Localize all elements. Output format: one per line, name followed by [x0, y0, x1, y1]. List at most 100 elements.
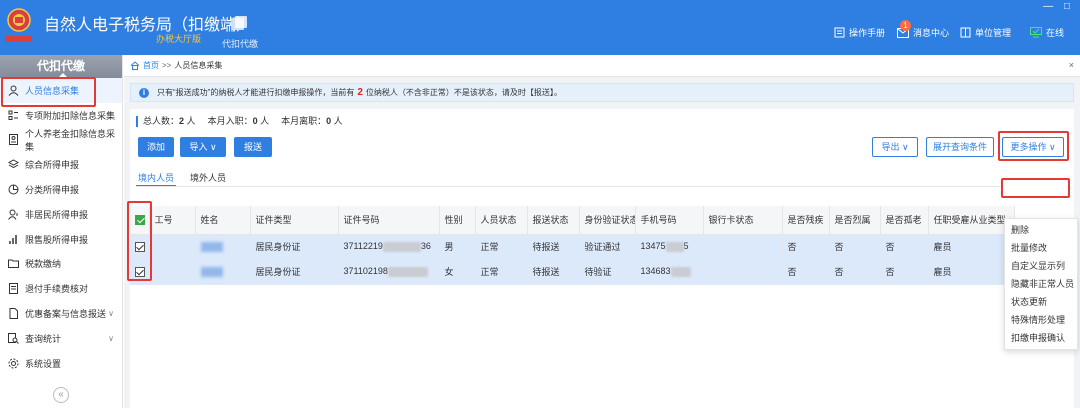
- cell-name[interactable]: [195, 234, 251, 260]
- col-header: 任职受雇从业类型: [928, 206, 1015, 235]
- export-button[interactable]: 导出 ∨: [872, 137, 918, 157]
- cell-disabled: 否: [782, 259, 830, 285]
- chevron-down-icon: ∨: [209, 142, 217, 152]
- col-header: 证件类型: [250, 206, 339, 235]
- online-status[interactable]: 在线: [1030, 26, 1064, 39]
- grid-list-icon: [8, 110, 18, 120]
- app-header: 自然人电子税务局（扣缴端） 办税大厅版 代扣代缴 操作手册 消息中心 1 单位管…: [0, 0, 1080, 55]
- row-checkbox[interactable]: [135, 241, 145, 252]
- sidebar-item-tax-payment[interactable]: 税款缴纳: [0, 252, 122, 277]
- cell-employ-type: 雇员: [928, 234, 1015, 260]
- sidebar-item-restricted-stock[interactable]: 限售股所得申报: [0, 227, 122, 252]
- manual-link[interactable]: 操作手册: [834, 26, 885, 39]
- cell-martyr: 否: [829, 259, 881, 285]
- chevron-down-icon: ∨: [1048, 142, 1056, 152]
- module-tab-withholding[interactable]: 代扣代缴: [222, 37, 258, 50]
- tab-domestic[interactable]: 境内人员: [136, 171, 177, 187]
- user-plus-icon: [8, 209, 18, 220]
- home-icon[interactable]: [130, 61, 140, 70]
- sidebar-item-nonresident-income[interactable]: 非居民所得申报: [0, 202, 122, 227]
- sidebar-item-system-settings[interactable]: 系统设置: [0, 351, 122, 376]
- table-row[interactable]: 居民身份证 37112219 36 男 正常 待报送 验证通过 13475 5 否 …: [130, 234, 1015, 260]
- app-title: 自然人电子税务局（扣缴端）: [44, 17, 253, 34]
- menu-item-status-update[interactable]: 状态更新: [1005, 293, 1077, 311]
- cell-id-type: 居民身份证: [250, 259, 339, 285]
- row-checkbox[interactable]: [135, 266, 145, 277]
- person-table: 工号 姓名 证件类型 证件号码 性别 人员状态 报送状态 身份验证状态 手机号码…: [130, 206, 1015, 285]
- sidebar-item-comprehensive-income[interactable]: 综合所得申报: [0, 152, 122, 177]
- online-label: 在线: [1046, 28, 1065, 38]
- cell-employee-no: [149, 234, 196, 260]
- cell-phone: 134683: [635, 259, 704, 285]
- sidebar-collapse-button[interactable]: «: [53, 387, 69, 403]
- pie-chart-icon: [8, 184, 19, 195]
- add-button[interactable]: 添加: [138, 137, 174, 157]
- tab-divider: [136, 186, 1002, 187]
- breadcrumb-current: 人员信息采集: [174, 61, 223, 70]
- building-icon: [960, 27, 971, 38]
- submit-button[interactable]: 报送: [234, 137, 272, 157]
- unit-management-link[interactable]: 单位管理: [960, 26, 1011, 39]
- cell-id-type: 居民身份证: [250, 234, 339, 260]
- gear-icon: [8, 358, 19, 369]
- select-all-checkbox[interactable]: [135, 215, 145, 226]
- withholding-icon[interactable]: [230, 16, 248, 32]
- app-subtitle: 办税大厅版: [156, 34, 202, 44]
- sidebar-item-refund-fee[interactable]: 退付手续费核对: [0, 276, 122, 301]
- menu-item-batch-edit[interactable]: 批量修改: [1005, 239, 1077, 257]
- search-doc-icon: [8, 332, 19, 344]
- stat-leave: 本月离职：0 人: [281, 116, 343, 126]
- sidebar-item-query-stats[interactable]: 查询统计 ∨: [0, 326, 122, 351]
- col-header: 是否孤老: [880, 206, 929, 235]
- cell-bank-status: [703, 259, 783, 285]
- more-actions-button[interactable]: 更多操作 ∨: [1002, 137, 1064, 157]
- tab-overseas[interactable]: 境外人员: [188, 171, 228, 187]
- col-header: 身份验证状态: [579, 206, 636, 235]
- message-center-label: 消息中心: [913, 28, 950, 38]
- close-tab-icon[interactable]: ×: [1069, 60, 1074, 70]
- expand-query-button[interactable]: 展开查询条件: [926, 137, 994, 157]
- sidebar-item-classified-income[interactable]: 分类所得申报: [0, 177, 122, 202]
- menu-item-delete[interactable]: 删除: [1005, 221, 1077, 239]
- import-button[interactable]: 导入 ∨: [180, 137, 226, 157]
- table-row[interactable]: 居民身份证 371102198 女 正常 待报送 待验证 134683 否 否 …: [130, 259, 1015, 285]
- sidebar-item-preferential-filing[interactable]: 优惠备案与信息报送 ∨: [0, 301, 122, 326]
- cell-verify-status: 待验证: [579, 259, 636, 285]
- unit-management-label: 单位管理: [975, 28, 1012, 38]
- cell-name[interactable]: [195, 259, 251, 285]
- breadcrumb-home[interactable]: 首页: [143, 60, 159, 71]
- document-user-icon: [9, 134, 18, 146]
- cell-verify-status: 验证通过: [579, 234, 636, 260]
- col-header: 性别: [439, 206, 476, 235]
- cell-orphan: 否: [880, 259, 929, 285]
- sidebar-item-person-info[interactable]: 人员信息采集: [0, 78, 122, 103]
- tax-emblem-icon: [6, 8, 32, 42]
- masked-name: [200, 241, 223, 252]
- sidebar: 代扣代缴 人员信息采集 专项附加扣除信息采集 个人养老金扣除信息采集 综合所得申…: [0, 55, 123, 408]
- notice-text-before: 只有“报送成功”的纳税人才能进行扣缴申报操作，当前有: [157, 88, 355, 97]
- col-header: 工号: [149, 206, 196, 235]
- col-header: 手机号码: [635, 206, 704, 235]
- col-header: 报送状态: [527, 206, 580, 235]
- more-actions-menu: 删除 批量修改 自定义显示列 隐藏非正常人员 状态更新 特殊情形处理 扣缴申报确…: [1004, 218, 1078, 350]
- window-controls[interactable]: — □: [1043, 1, 1074, 12]
- cell-employee-no: [149, 259, 196, 285]
- masked-phone: [665, 241, 684, 252]
- bar-chart-icon: [9, 234, 17, 244]
- chevron-down-icon: ∨: [108, 333, 114, 343]
- menu-item-special-case[interactable]: 特殊情形处理: [1005, 311, 1077, 329]
- menu-item-withholding-confirm[interactable]: 扣缴申报确认: [1005, 329, 1077, 347]
- user-icon: [8, 85, 19, 96]
- cell-id-number: 37112219 36: [338, 234, 440, 260]
- notice-text-after: 位纳税人（不含非正常）不是该状态，请及时【报送】。: [365, 88, 562, 97]
- stat-total: 总人数：2 人: [143, 116, 196, 126]
- col-header: 是否烈属: [829, 206, 881, 235]
- select-all-cell[interactable]: [130, 206, 150, 235]
- masked-name: [200, 266, 223, 277]
- sidebar-item-pension-deduction[interactable]: 个人养老金扣除信息采集: [0, 128, 122, 153]
- menu-item-hide-abnormal[interactable]: 隐藏非正常人员: [1005, 275, 1077, 293]
- sidebar-item-special-deduction[interactable]: 专项附加扣除信息采集: [0, 103, 122, 128]
- menu-item-custom-columns[interactable]: 自定义显示列: [1005, 257, 1077, 275]
- masked-id: [382, 241, 421, 252]
- cell-report-status: 待报送: [527, 234, 580, 260]
